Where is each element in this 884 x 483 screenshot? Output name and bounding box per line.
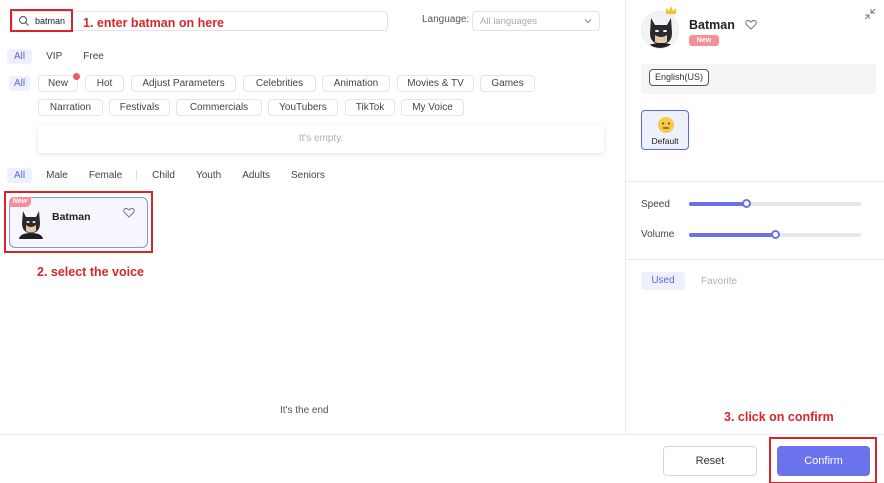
- annotation-step-1: 1. enter batman on here: [83, 16, 225, 30]
- category-chip-hot[interactable]: Hot: [85, 75, 124, 92]
- demo-tab-seniors[interactable]: Seniors: [284, 168, 332, 183]
- empty-state: It's empty.: [38, 125, 604, 153]
- demo-tab-child[interactable]: Child: [145, 168, 182, 183]
- category-chip-commercials[interactable]: Commercials: [176, 99, 262, 116]
- category-chip-label: Adjust Parameters: [142, 78, 225, 89]
- category-chip-animation[interactable]: Animation: [322, 75, 390, 92]
- price-tab-free[interactable]: Free: [76, 49, 111, 64]
- demographic-filter-tabs: All Male Female Child Youth Adults Senio…: [7, 168, 339, 183]
- category-chip-label: Movies & TV: [407, 78, 464, 89]
- price-tab-all[interactable]: All: [7, 49, 33, 64]
- new-badge: New: [9, 197, 31, 207]
- language-select-value: All languages: [480, 16, 538, 27]
- category-chip-label: Animation: [333, 78, 379, 89]
- notification-dot: [73, 73, 80, 80]
- avatar: [641, 11, 679, 49]
- style-label: Default: [651, 136, 679, 146]
- list-end-text: It's the end: [280, 405, 329, 416]
- category-chip-my-voice[interactable]: My Voice: [401, 99, 464, 116]
- category-chip-label: Games: [491, 78, 524, 89]
- tab-favorite[interactable]: Favorite: [701, 276, 737, 287]
- category-chip-games[interactable]: Games: [480, 75, 535, 92]
- annotation-step-3: 3. click on confirm: [724, 410, 834, 424]
- confirm-button[interactable]: Confirm: [777, 446, 870, 476]
- category-chip-label: Celebrities: [255, 78, 304, 89]
- category-chip-new[interactable]: New: [38, 73, 80, 92]
- chevron-down-icon: [584, 19, 592, 24]
- crown-icon: [666, 6, 676, 14]
- divider: [136, 170, 138, 181]
- category-all-tab[interactable]: All: [9, 76, 31, 91]
- neutral-face-icon: [658, 117, 674, 133]
- annotation-step-2: 2. select the voice: [37, 265, 145, 279]
- batman-avatar-icon: [19, 211, 43, 239]
- speed-slider[interactable]: [689, 199, 861, 208]
- speed-slider-handle[interactable]: [741, 199, 751, 208]
- category-chip-label: YouTubers: [279, 102, 327, 113]
- voice-library-panel: batman 1. enter batman on here Language:…: [0, 0, 625, 434]
- selected-voice-name: Batman: [689, 18, 735, 32]
- demo-tab-all[interactable]: All: [7, 168, 33, 183]
- category-chip-label: My Voice: [412, 102, 453, 113]
- category-chip-label: New: [47, 78, 68, 89]
- speed-slider-fill: [689, 202, 746, 206]
- speed-label: Speed: [641, 199, 670, 210]
- category-chip-label: TikTok: [355, 102, 385, 113]
- divider: [626, 181, 884, 182]
- category-chip-label: Commercials: [189, 102, 249, 113]
- price-filter-tabs: All VIP Free: [7, 49, 118, 64]
- language-panel: English(US): [641, 64, 876, 94]
- price-tab-vip[interactable]: VIP: [39, 49, 69, 64]
- category-chip-festivals[interactable]: Festivals: [109, 99, 170, 116]
- style-default-button[interactable]: Default: [641, 110, 689, 150]
- volume-slider[interactable]: [689, 230, 861, 239]
- category-chip-narration[interactable]: Narration: [38, 99, 103, 116]
- volume-label: Volume: [641, 229, 675, 240]
- language-label: Language:: [422, 14, 470, 25]
- category-chip-label: Narration: [49, 102, 92, 113]
- heart-icon[interactable]: [745, 19, 757, 30]
- demo-tab-female[interactable]: Female: [82, 168, 129, 183]
- volume-slider-handle[interactable]: [771, 230, 780, 239]
- voice-card-batman[interactable]: New Batman: [9, 197, 148, 248]
- collapse-icon[interactable]: [864, 8, 876, 20]
- category-chip-movies-tv[interactable]: Movies & TV: [397, 75, 474, 92]
- tab-used[interactable]: Used: [641, 272, 685, 290]
- category-chip-celebrities[interactable]: Celebrities: [243, 75, 316, 92]
- demo-tab-male[interactable]: Male: [39, 168, 75, 183]
- volume-slider-fill: [689, 233, 775, 237]
- demo-tab-youth[interactable]: Youth: [189, 168, 228, 183]
- category-chip-label: Festivals: [119, 102, 160, 113]
- category-chip-label: Hot: [96, 78, 113, 89]
- divider: [626, 259, 884, 260]
- heart-icon[interactable]: [123, 207, 135, 218]
- language-select[interactable]: All languages: [472, 11, 600, 31]
- reset-button[interactable]: Reset: [663, 446, 757, 476]
- demo-tab-adults[interactable]: Adults: [235, 168, 277, 183]
- new-badge: New: [689, 35, 719, 46]
- annotation-box-search: [10, 9, 73, 32]
- category-chip-adjust-parameters[interactable]: Adjust Parameters: [131, 75, 236, 92]
- voice-card-name: Batman: [52, 211, 91, 223]
- category-chip-tiktok[interactable]: TikTok: [345, 99, 395, 116]
- language-chip[interactable]: English(US): [649, 69, 710, 86]
- category-chip-youtubers[interactable]: YouTubers: [268, 99, 338, 116]
